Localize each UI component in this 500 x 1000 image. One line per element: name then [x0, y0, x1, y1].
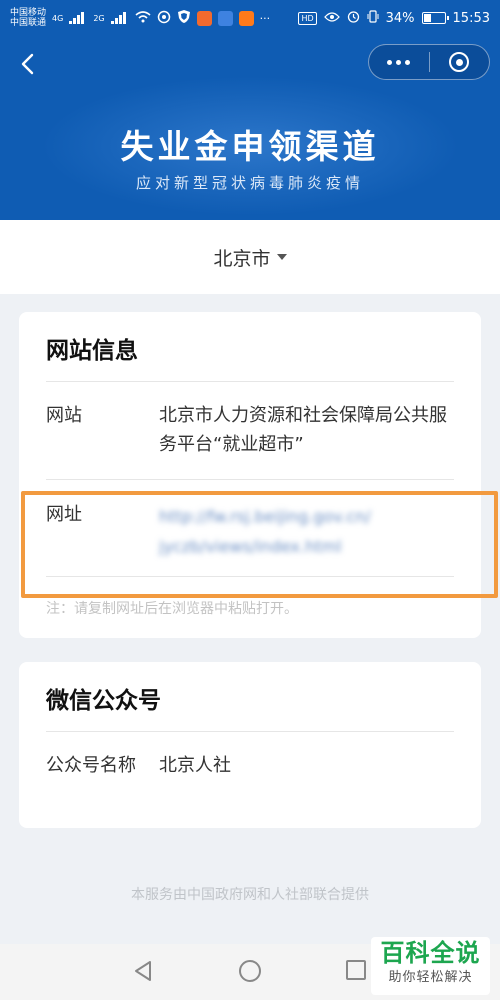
- divider: [46, 479, 454, 480]
- signal-1-icon: [69, 12, 87, 24]
- copy-url-note: 注：请复制网址后在浏览器中粘贴打开。: [46, 601, 298, 617]
- battery-percent: 34%: [385, 10, 415, 26]
- page-subtitle: 应对新型冠状病毒肺炎疫情: [135, 174, 364, 192]
- wechat-account-card: 微信公众号 公众号名称 北京人社: [19, 662, 481, 828]
- divider: [46, 381, 454, 382]
- carrier-names: 中国移动 中国联通: [10, 8, 46, 28]
- carrier-1: 中国移动: [10, 8, 47, 18]
- divider: [46, 731, 454, 732]
- city-name: 北京市: [213, 247, 271, 270]
- soul-app-icon: [196, 10, 212, 26]
- city-selector[interactable]: 北京市: [0, 220, 500, 294]
- shield-app-icon: [177, 9, 191, 27]
- footer-credit: 本服务由中国政府网和人社部联合提供: [131, 887, 369, 903]
- miniprogram-capsule: [368, 44, 490, 80]
- site-label: 网站: [46, 405, 82, 426]
- network-1-label: 4G: [52, 13, 64, 23]
- signal-2-icon: [110, 12, 129, 24]
- eye-icon: [323, 11, 340, 26]
- battery-icon: [421, 12, 449, 24]
- status-bar: 中国移动 中国联通 4G 2G ··· HD 34% 15:53: [0, 0, 500, 36]
- watermark-sub: 助你轻松解决: [388, 970, 473, 985]
- wifi-icon: [135, 10, 151, 26]
- target-icon[interactable]: [429, 45, 489, 79]
- clock: 15:53: [452, 10, 490, 26]
- battery-level: [423, 14, 431, 22]
- website-card-title: 网站信息: [46, 338, 138, 364]
- network-2-label: 2G: [93, 13, 105, 23]
- more-notifications-icon: ···: [259, 11, 271, 25]
- url-highlight-box: [21, 491, 498, 598]
- alarm-icon: [347, 10, 360, 27]
- account-name-label: 公众号名称: [46, 755, 136, 776]
- square-recent-icon[interactable]: [346, 960, 366, 980]
- site-value: 北京市人力资源和社会保障局公共服务平台“就业超市”: [159, 405, 447, 455]
- taobao-icon: [238, 10, 254, 26]
- carrier-2: 中国联通: [10, 18, 47, 28]
- more-icon[interactable]: [369, 45, 429, 79]
- header-banner: 失业金申领渠道 应对新型冠状病毒肺炎疫情: [0, 36, 500, 220]
- triangle-back-icon[interactable]: [133, 960, 153, 986]
- watermark-main: 百科全说: [380, 939, 481, 967]
- soul-text-app-icon: [217, 10, 233, 26]
- back-icon[interactable]: [16, 50, 40, 78]
- account-name-value: 北京人社: [159, 755, 231, 776]
- spiral-app-icon: [157, 10, 171, 27]
- hd-badge: HD: [298, 11, 317, 25]
- page-title: 失业金申领渠道: [120, 127, 380, 166]
- watermark-logo: 百科全说 助你轻松解决: [371, 937, 490, 995]
- wechat-card-title: 微信公众号: [46, 688, 161, 714]
- vibrate-icon: [367, 9, 379, 27]
- caret-down-icon: [276, 254, 287, 260]
- circle-home-icon[interactable]: [239, 960, 261, 982]
